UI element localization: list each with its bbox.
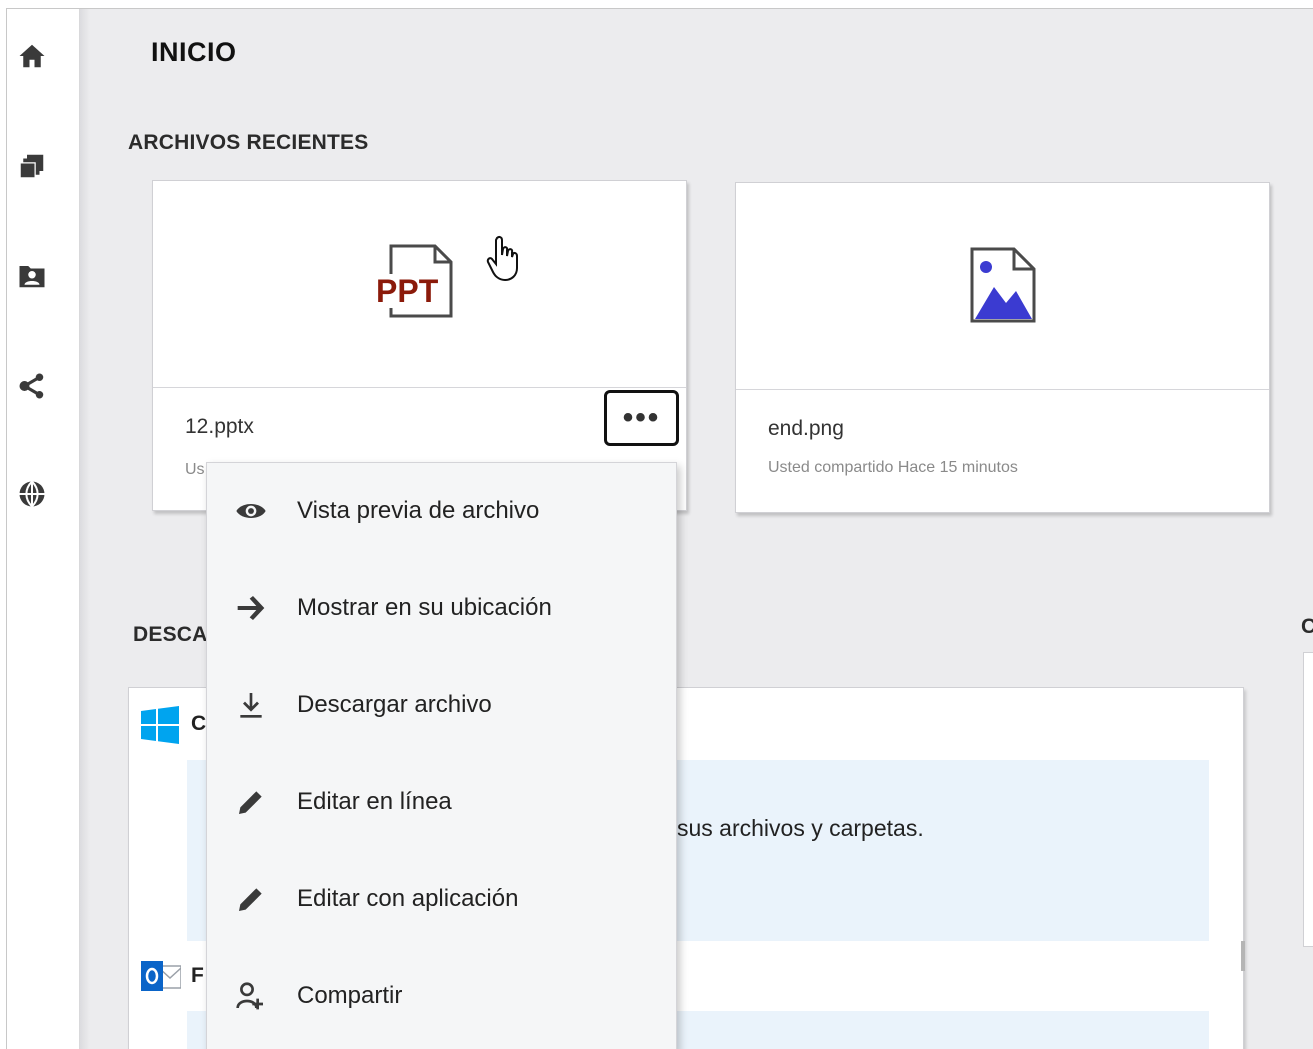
right-panel <box>1303 652 1313 947</box>
menu-item-edit-app[interactable]: Editar con aplicación <box>207 851 676 947</box>
page-title: INICIO <box>151 37 237 67</box>
public-icon[interactable] <box>15 477 49 511</box>
downloads-info-text: sus archivos y carpetas. <box>677 815 924 841</box>
file-name[interactable]: 12.pptx <box>185 415 254 439</box>
menu-item-edit-online[interactable]: Editar en línea <box>207 754 676 850</box>
file-meta: Usted compartido Hace 15 minutos <box>768 459 1018 476</box>
menu-item-preview[interactable]: Vista previa de archivo <box>207 463 676 559</box>
windows-client-label: C <box>191 712 207 735</box>
menu-item-label: Descargar archivo <box>297 691 492 718</box>
windows-logo-icon <box>141 706 179 744</box>
net-folders-icon[interactable] <box>15 259 49 293</box>
files-icon[interactable] <box>15 149 49 183</box>
file-name[interactable]: end.png <box>768 417 844 441</box>
app-window: INICIO ARCHIVOS RECIENTES PPT 12.pptx Us… <box>6 8 1313 1049</box>
image-file-icon <box>970 247 1035 323</box>
hand-cursor-icon <box>486 235 518 282</box>
menu-item-show-location[interactable]: Mostrar en su ubicación <box>207 560 676 656</box>
arrow-right-icon <box>231 588 271 628</box>
right-section-heading: C <box>1301 615 1313 639</box>
outlook-plugin-label: F <box>191 964 204 987</box>
ppt-file-icon: PPT <box>374 244 452 318</box>
menu-item-label: Editar con aplicación <box>297 885 519 912</box>
nav-rail <box>7 9 80 1049</box>
pencil-icon <box>231 879 271 919</box>
file-thumbnail[interactable] <box>736 183 1269 390</box>
file-thumbnail[interactable]: PPT <box>153 181 686 388</box>
eye-icon <box>231 491 271 531</box>
rail-shadow <box>80 9 90 1049</box>
menu-item-label: Mostrar en su ubicación <box>297 594 552 621</box>
shared-icon[interactable] <box>15 369 49 403</box>
file-context-menu: Vista previa de archivo Mostrar en su ub… <box>206 462 677 1049</box>
menu-item-label: Vista previa de archivo <box>297 497 540 524</box>
pencil-icon <box>231 782 271 822</box>
menu-item-share[interactable]: Compartir <box>207 948 676 1044</box>
ppt-icon-text: PPT <box>376 273 439 309</box>
recent-files-heading: ARCHIVOS RECIENTES <box>128 131 369 154</box>
downloads-heading: DESCA <box>133 623 208 646</box>
menu-item-label: Editar en línea <box>297 788 452 815</box>
scrollbar-thumb[interactable] <box>1241 941 1245 971</box>
home-icon[interactable] <box>15 39 49 73</box>
more-options-button[interactable]: ••• <box>604 390 679 446</box>
download-icon <box>231 685 271 725</box>
menu-item-download[interactable]: Descargar archivo <box>207 657 676 753</box>
file-meta: Us <box>185 461 205 478</box>
more-options-label: ••• <box>622 401 661 434</box>
share-user-icon <box>231 976 271 1016</box>
file-card-png[interactable]: end.png Usted compartido Hace 15 minutos <box>735 182 1270 513</box>
menu-item-label: Compartir <box>297 982 403 1009</box>
outlook-logo-icon <box>141 961 181 991</box>
